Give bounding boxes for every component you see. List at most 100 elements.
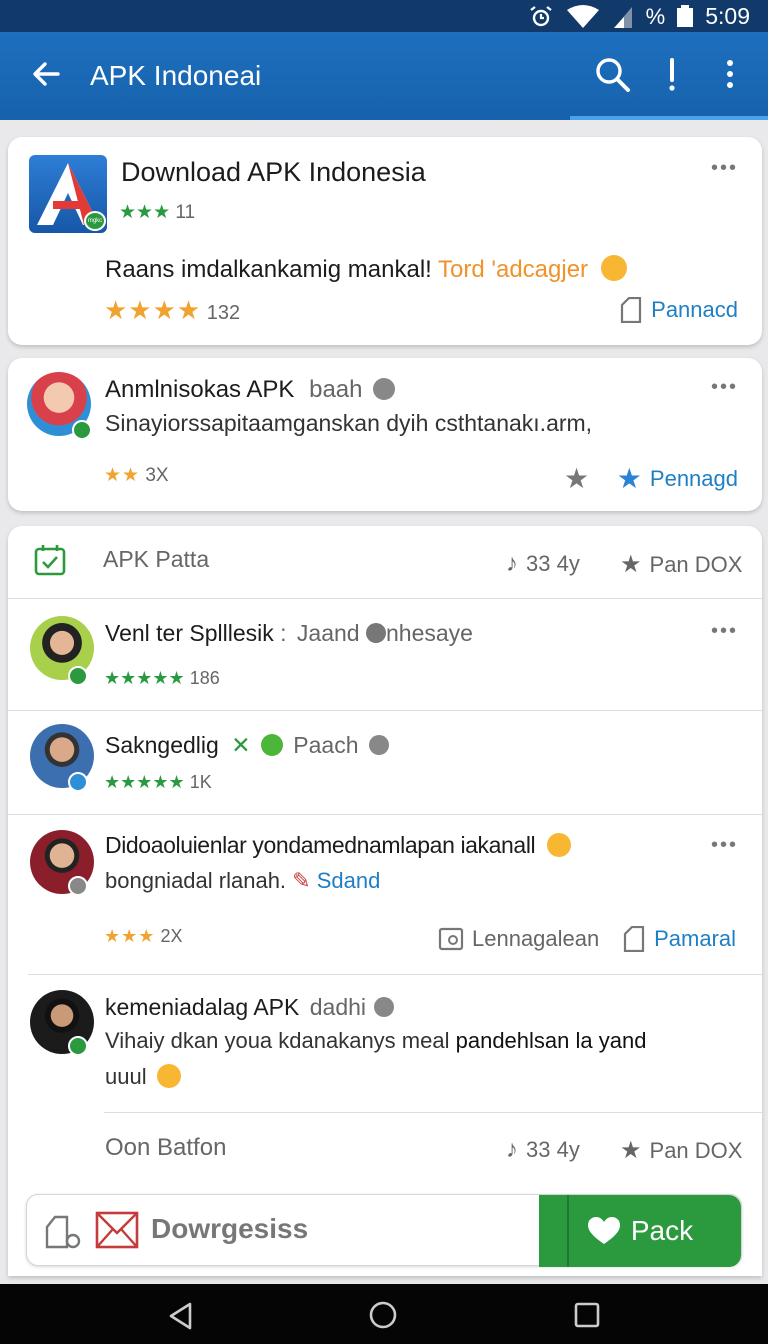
item-primary-action[interactable]: Pamaral (622, 926, 736, 952)
item-name: Didoaoluienlar yondamednamlapan iakanall (105, 832, 536, 858)
bookmark-icon (621, 297, 642, 323)
app-title-tag: baah (309, 376, 363, 403)
more-options-icon[interactable]: ••• (711, 834, 738, 857)
feed-header-label: APK Patta (103, 546, 210, 572)
item-tag: Paach (293, 732, 359, 758)
message-input[interactable]: Dowrgesiss (151, 1213, 308, 1245)
more-options-icon[interactable]: ••• (711, 157, 738, 180)
verified-badge (68, 1036, 88, 1056)
rating-count: 1K (189, 772, 212, 792)
feed-footer-stat: ♪ 33 4y (506, 1136, 580, 1163)
divider (104, 1112, 762, 1113)
send-button[interactable]: Pack (539, 1195, 741, 1267)
app-logo: mgkc (29, 155, 107, 233)
search-icon[interactable] (592, 54, 632, 94)
active-tab-indicator (570, 116, 768, 120)
calendar-check-icon (34, 545, 66, 576)
globe-icon (374, 997, 395, 1017)
item-name: kemeniadalag APK (105, 994, 300, 1020)
item-title-row: Venl ter Splllesik : Jaand nhesaye (105, 620, 473, 647)
star-outline-icon: ★ (564, 463, 590, 494)
item-title-row: Sakngedlig ✕ Paach (105, 732, 389, 759)
item-name: Sakngedlig (105, 732, 219, 758)
emoji-icon (156, 1064, 181, 1088)
emoji-icon (600, 255, 627, 281)
overflow-menu-icon[interactable] (710, 54, 750, 94)
item-body: Vihaiy dkan youa kdanakanys meal pandehl… (105, 1028, 646, 1054)
app-rating-count: 11 (175, 202, 196, 223)
emoji-icon (547, 833, 572, 857)
back-arrow-icon[interactable] (28, 56, 64, 92)
emoji-icon (260, 734, 283, 756)
card-action-label: Pannacd (651, 297, 738, 322)
more-options-icon[interactable]: ••• (711, 376, 738, 399)
item-tag-secondary: nhesaye (385, 620, 473, 646)
divider (8, 710, 762, 711)
more-options-icon[interactable]: ••• (711, 620, 738, 643)
item-tag: dadhi (309, 994, 367, 1020)
app-card[interactable]: Anmlnisokas APK baah Sinayiorssapitaamga… (8, 358, 762, 511)
rating-stars-icon: ★★★ (119, 202, 171, 223)
status-bar: % 5:09 (0, 0, 768, 32)
app-title[interactable]: Download APK Indonesia (121, 157, 426, 188)
verified-badge (68, 876, 88, 896)
bookmark-icon (623, 926, 645, 952)
star-icon: ★ (616, 463, 642, 494)
item-link[interactable]: Sdand (317, 868, 381, 893)
rating-stars-icon: ★★★★★ (104, 772, 185, 792)
rating-stars-icon: ★★★★★ (104, 668, 185, 688)
divider (8, 598, 762, 599)
description-accent: Tord 'adcagjer (438, 256, 589, 283)
card-rating: ★★★★ 132 (104, 295, 240, 326)
feed-header-action[interactable]: ★ Pan DOX (620, 550, 742, 579)
battery-percent-text: % (645, 3, 666, 29)
item-secondary-action[interactable]: Lennagalean (438, 926, 599, 952)
favorite-button[interactable]: ★ (564, 462, 589, 495)
alert-icon[interactable] (652, 54, 692, 94)
rating-stars-icon: ★★★ (104, 926, 156, 946)
item-tag: Jaand (296, 620, 360, 646)
send-button-label: Pack (630, 1215, 694, 1246)
nav-recents-icon[interactable] (574, 1302, 600, 1328)
app-bar-title: APK Indoneai (90, 60, 262, 91)
nav-back-icon[interactable] (168, 1302, 194, 1330)
app-subtitle: Sinayiorssapitaamganskan dyih csthtanakı… (105, 410, 593, 436)
verified-badge (72, 420, 92, 440)
rating-count: 132 (206, 302, 241, 324)
item-body-bold: pandehlsan la yand (455, 1028, 647, 1053)
star-icon: ★ (620, 551, 642, 578)
verified-badge (68, 666, 88, 686)
mail-icon[interactable] (95, 1211, 139, 1249)
card-action-label: Pennagd (649, 465, 738, 491)
nav-home-icon[interactable] (368, 1300, 398, 1330)
close-icon: ✕ (231, 732, 251, 758)
app-bar: APK Indoneai (0, 32, 768, 120)
feed-footer-label[interactable]: Oon Batfon (105, 1134, 226, 1162)
globe-icon (365, 623, 386, 643)
heart-chat-icon (587, 1217, 620, 1244)
star-icon: ★ (620, 1137, 642, 1164)
card-action-button[interactable]: ★ Pennagd (617, 462, 738, 495)
alarm-icon (530, 5, 552, 26)
item-body-text: Vihaiy dkan youa kdanakanys meal (105, 1028, 450, 1053)
app-title[interactable]: Anmlnisokas APK (105, 376, 294, 403)
feed-footer-action[interactable]: ★ Pan DOX (620, 1136, 742, 1165)
featured-app-card[interactable]: mgkc Download APK Indonesia ★★★ 11 ••• R… (8, 137, 762, 345)
item-name: Venl ter Splllesik (105, 620, 274, 646)
rating-count: 3X (145, 465, 169, 486)
clock-time: 5:09 (705, 3, 750, 29)
item-body-text: bongniadal rlanah. (105, 868, 287, 893)
card-action-button[interactable]: Pannacd (619, 297, 738, 323)
like-icon: ♪ (506, 550, 518, 577)
app-title-row: Anmlnisokas APK baah (105, 376, 396, 404)
battery-icon (677, 4, 694, 27)
item-body-line2: uuul (105, 1064, 181, 1090)
divider (8, 814, 762, 815)
wifi-icon (566, 4, 599, 28)
system-nav-bar (0, 1284, 768, 1344)
tag-icon: ✎ (292, 868, 311, 893)
feed-header-stat: ♪ 33 4y (506, 550, 580, 577)
item-rating: ★★★★★ 186 (104, 668, 220, 689)
attach-icon[interactable] (43, 1213, 81, 1249)
rating-count: 186 (189, 668, 220, 688)
